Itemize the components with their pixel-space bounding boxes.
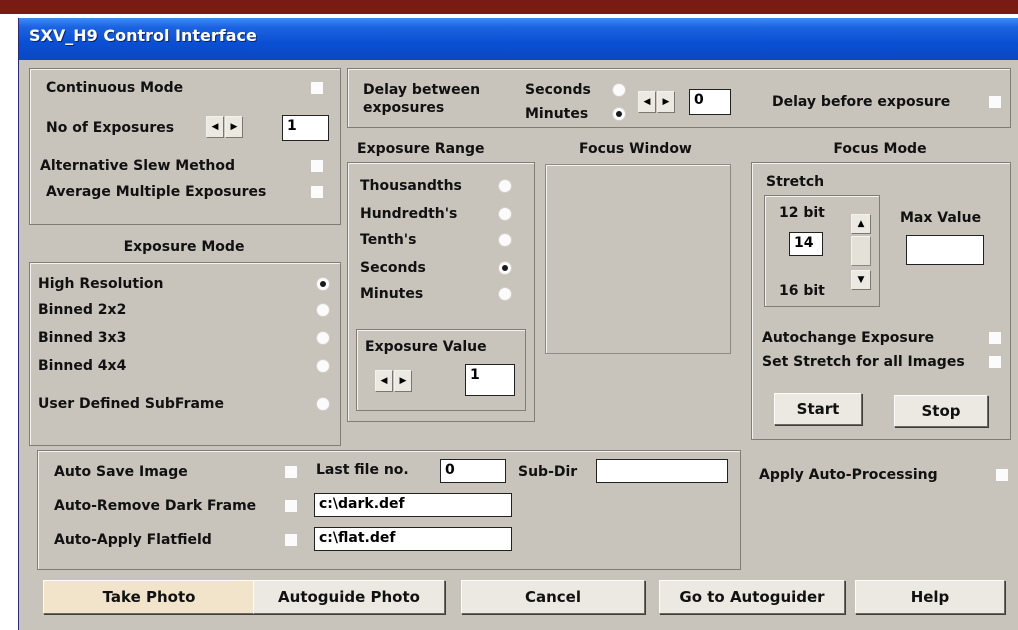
exposure-decrement-arrow-icon[interactable]: ◀ bbox=[375, 370, 393, 392]
flatfield-checkbox[interactable] bbox=[284, 533, 298, 547]
high-resolution-label: High Resolution bbox=[38, 276, 164, 292]
flatfield-label: Auto-Apply Flatfield bbox=[54, 532, 212, 548]
seconds-label: Seconds bbox=[360, 260, 426, 276]
focus-mode-panel: Stretch 12 bit 14 16 bit ▲ ▼ Max Value A… bbox=[751, 162, 1011, 440]
user-subframe-label: User Defined SubFrame bbox=[38, 396, 224, 412]
exposure-value-input[interactable]: 1 bbox=[465, 364, 515, 396]
increment-arrow-icon[interactable]: ▶ bbox=[225, 116, 243, 138]
exposure-range-heading: Exposure Range bbox=[357, 141, 485, 157]
options-panel: Continuous Mode No of Exposures ◀ ▶ 1 Al… bbox=[29, 68, 341, 225]
title-bar[interactable]: SXV_H9 Control Interface bbox=[19, 18, 1018, 60]
last-file-input[interactable]: 0 bbox=[440, 459, 506, 483]
focus-window-heading: Focus Window bbox=[579, 141, 692, 157]
auto-save-checkbox[interactable] bbox=[284, 465, 298, 479]
help-button[interactable]: Help bbox=[855, 580, 1005, 614]
binned-4x4-label: Binned 4x4 bbox=[38, 358, 127, 374]
delay-before-checkbox[interactable] bbox=[988, 95, 1002, 109]
binned-2x2-radio[interactable] bbox=[316, 303, 330, 317]
delay-panel: Delay between exposures Seconds Minutes … bbox=[347, 68, 1011, 128]
hundredths-radio[interactable] bbox=[498, 207, 512, 221]
focus-window-area[interactable] bbox=[545, 164, 731, 354]
binned-2x2-label: Binned 2x2 bbox=[38, 302, 127, 318]
stretch-up-arrow-icon[interactable]: ▲ bbox=[851, 214, 871, 234]
stretch-down-arrow-icon[interactable]: ▼ bbox=[851, 270, 871, 290]
set-stretch-checkbox[interactable] bbox=[988, 355, 1002, 369]
minutes-label: Minutes bbox=[360, 286, 424, 302]
alt-slew-checkbox[interactable] bbox=[310, 159, 324, 173]
alt-slew-label: Alternative Slew Method bbox=[40, 158, 236, 174]
binned-3x3-radio[interactable] bbox=[316, 331, 330, 345]
flat-path-input[interactable]: c:\flat.def bbox=[314, 527, 512, 551]
binned-3x3-label: Binned 3x3 bbox=[38, 330, 127, 346]
stretch-group: 12 bit 14 16 bit ▲ ▼ bbox=[764, 195, 880, 307]
hundredths-label: Hundredth's bbox=[360, 206, 458, 222]
exposure-mode-heading: Exposure Mode bbox=[123, 239, 245, 255]
avg-multi-label: Average Multiple Exposures bbox=[46, 184, 267, 200]
exposure-value-stepper: ◀ ▶ bbox=[375, 370, 413, 392]
cancel-button[interactable]: Cancel bbox=[461, 580, 645, 614]
delay-input[interactable]: 0 bbox=[689, 89, 731, 115]
minutes-radio[interactable] bbox=[498, 287, 512, 301]
bit16-label: 16 bit bbox=[779, 283, 825, 299]
exposure-mode-panel: High Resolution Binned 2x2 Binned 3x3 Bi… bbox=[29, 262, 341, 446]
continuous-mode-label: Continuous Mode bbox=[46, 80, 184, 96]
take-photo-button[interactable]: Take Photo bbox=[43, 580, 255, 614]
window-title: SXV_H9 Control Interface bbox=[29, 26, 257, 45]
bit12-label: 12 bit bbox=[779, 205, 825, 221]
remove-dark-checkbox[interactable] bbox=[284, 499, 298, 513]
continuous-mode-checkbox[interactable] bbox=[310, 81, 324, 95]
set-stretch-label: Set Stretch for all Images bbox=[762, 354, 965, 370]
start-button[interactable]: Start bbox=[774, 393, 862, 425]
go-to-autoguider-button[interactable]: Go to Autoguider bbox=[659, 580, 845, 614]
delay-seconds-label: Seconds bbox=[525, 82, 591, 98]
avg-multi-checkbox[interactable] bbox=[310, 185, 324, 199]
background-strip bbox=[0, 0, 1018, 14]
high-resolution-radio[interactable] bbox=[316, 277, 330, 291]
stretch-scroll-thumb[interactable] bbox=[851, 236, 871, 266]
delay-stepper: ◀ ▶ bbox=[638, 91, 676, 113]
app-window: SXV_H9 Control Interface Continuous Mode… bbox=[18, 18, 1018, 630]
subdir-input[interactable] bbox=[596, 459, 728, 483]
last-file-label: Last file no. bbox=[316, 462, 409, 478]
delay-seconds-radio[interactable] bbox=[612, 83, 626, 97]
autochange-label: Autochange Exposure bbox=[762, 330, 935, 346]
delay-between-label-2: exposures bbox=[363, 100, 445, 116]
no-of-exposures-input[interactable]: 1 bbox=[282, 115, 329, 141]
exposure-value-group: Exposure Value ◀ ▶ 1 bbox=[356, 329, 526, 411]
dark-path-input[interactable]: c:\dark.def bbox=[314, 493, 512, 517]
remove-dark-label: Auto-Remove Dark Frame bbox=[54, 498, 257, 514]
thousandths-radio[interactable] bbox=[498, 179, 512, 193]
exposure-increment-arrow-icon[interactable]: ▶ bbox=[394, 370, 412, 392]
save-panel: Auto Save Image Last file no. 0 Sub-Dir … bbox=[37, 450, 741, 570]
autochange-checkbox[interactable] bbox=[988, 331, 1002, 345]
exposure-range-panel: Thousandths Hundredth's Tenth's Seconds … bbox=[347, 162, 535, 422]
apply-auto-processing-checkbox[interactable] bbox=[995, 468, 1009, 482]
thousandths-label: Thousandths bbox=[360, 178, 462, 194]
subdir-label: Sub-Dir bbox=[518, 464, 578, 480]
delay-increment-arrow-icon[interactable]: ▶ bbox=[657, 91, 675, 113]
apply-auto-processing-label: Apply Auto-Processing bbox=[759, 467, 938, 483]
tenths-label: Tenth's bbox=[360, 232, 417, 248]
stop-button[interactable]: Stop bbox=[894, 395, 988, 427]
tenths-radio[interactable] bbox=[498, 233, 512, 247]
max-value-label: Max Value bbox=[900, 210, 982, 226]
stretch-label: Stretch bbox=[766, 174, 825, 190]
binned-4x4-radio[interactable] bbox=[316, 359, 330, 373]
auto-save-label: Auto Save Image bbox=[54, 464, 188, 480]
autoguide-photo-button[interactable]: Autoguide Photo bbox=[253, 580, 445, 614]
decrement-arrow-icon[interactable]: ◀ bbox=[206, 116, 224, 138]
exposures-stepper: ◀ ▶ bbox=[206, 116, 244, 138]
max-value-input[interactable] bbox=[906, 235, 984, 265]
delay-before-label: Delay before exposure bbox=[772, 94, 951, 110]
delay-minutes-label: Minutes bbox=[525, 106, 589, 122]
user-subframe-radio[interactable] bbox=[316, 397, 330, 411]
delay-minutes-radio[interactable] bbox=[612, 107, 626, 121]
delay-between-label-1: Delay between bbox=[363, 82, 481, 98]
exposure-value-label: Exposure Value bbox=[365, 339, 487, 355]
focus-mode-heading: Focus Mode bbox=[833, 141, 927, 157]
seconds-radio[interactable] bbox=[498, 261, 512, 275]
delay-decrement-arrow-icon[interactable]: ◀ bbox=[638, 91, 656, 113]
stretch-value-input[interactable]: 14 bbox=[789, 232, 823, 256]
no-of-exposures-label: No of Exposures bbox=[46, 120, 175, 136]
